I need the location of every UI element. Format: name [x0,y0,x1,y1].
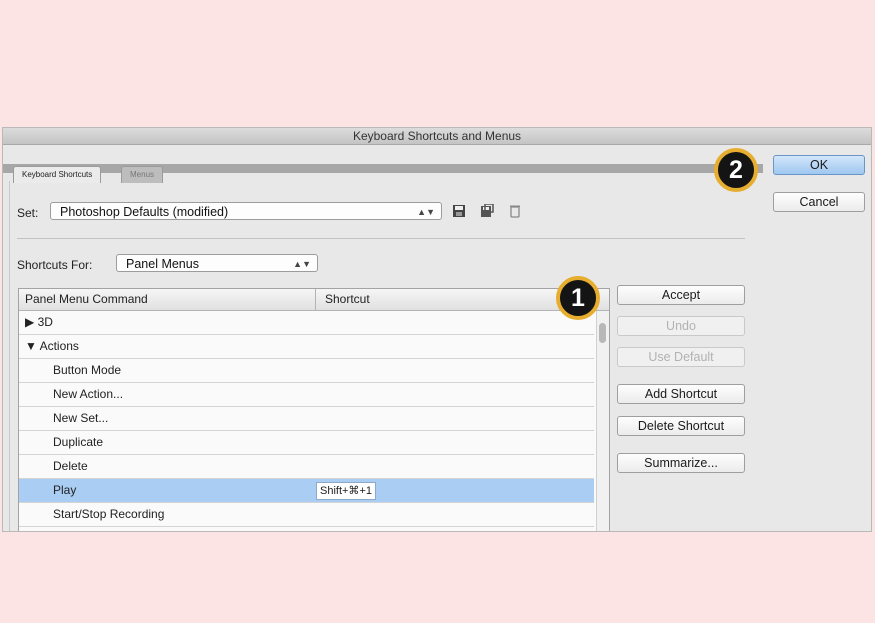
table-row[interactable]: Delete [19,455,594,479]
shortcuts-table: Panel Menu Command Shortcut ▶ 3D ▼ Actio… [18,288,610,531]
add-shortcut-button[interactable]: Add Shortcut [617,384,745,404]
table-scrollbar[interactable] [596,311,609,531]
undo-button[interactable]: Undo [617,316,745,336]
delete-set-icon[interactable] [508,204,522,218]
section-divider [17,238,745,239]
accept-button[interactable]: Accept [617,285,745,305]
row-label: Button Mode [53,363,122,377]
shortcuts-for-value: Panel Menus [126,257,199,271]
summarize-button[interactable]: Summarize... [617,453,745,473]
callout-badge-2: 2 [714,148,758,192]
save-as-set-icon[interactable] [480,203,494,218]
expanded-triangle-icon[interactable]: ▼ [25,339,40,353]
set-label: Set: [17,206,39,220]
row-label: Actions [39,339,79,353]
row-label: New Set... [53,411,109,425]
row-label: Play [53,483,77,497]
table-row[interactable]: Start/Stop Recording [19,503,594,527]
scrollbar-thumb[interactable] [599,323,606,343]
row-label: New Action... [53,387,124,401]
row-label: Delete [53,459,88,473]
shortcuts-for-select[interactable]: Panel Menus ▲▼ [116,254,318,272]
table-row-selected[interactable]: Play Shift+⌘+1 [19,479,594,503]
table-row[interactable]: Button Mode [19,359,594,383]
dialog-title: Keyboard Shortcuts and Menus [3,128,871,145]
callout-badge-1: 1 [556,276,600,320]
row-label: 3D [37,315,53,329]
stepper-arrows-icon: ▲▼ [417,207,435,217]
tab-keyboard-shortcuts[interactable]: Keyboard Shortcuts [13,166,102,183]
shortcuts-for-label: Shortcuts For: [17,258,93,272]
set-select[interactable]: Photoshop Defaults (modified) ▲▼ [50,202,442,220]
table-row[interactable]: ▶ 3D [19,311,594,335]
table-row[interactable]: ▼ Actions [19,335,594,359]
column-header-shortcut[interactable]: Shortcut [325,289,370,310]
row-label: Start/Stop Recording [53,507,165,521]
table-header: Panel Menu Command Shortcut [19,289,609,311]
tab-strip [3,164,763,173]
table-row[interactable]: Duplicate [19,431,594,455]
ok-button[interactable]: OK [773,155,865,175]
tab-menus[interactable]: Menus [121,166,164,183]
column-header-command[interactable]: Panel Menu Command [25,289,316,310]
cancel-button[interactable]: Cancel [773,192,865,212]
row-label: Duplicate [53,435,104,449]
shortcut-input[interactable]: Shift+⌘+1 [316,482,376,500]
save-set-icon[interactable] [452,204,466,218]
table-row[interactable]: New Set... [19,407,594,431]
keyboard-shortcuts-dialog: Keyboard Shortcuts and Menus Keyboard Sh… [2,127,872,532]
table-row[interactable]: New Action... [19,383,594,407]
delete-shortcut-button[interactable]: Delete Shortcut [617,416,745,436]
collapsed-triangle-icon[interactable]: ▶ [25,315,38,329]
set-select-value: Photoshop Defaults (modified) [60,205,229,219]
stepper-arrows-icon: ▲▼ [293,259,311,269]
use-default-button[interactable]: Use Default [617,347,745,367]
